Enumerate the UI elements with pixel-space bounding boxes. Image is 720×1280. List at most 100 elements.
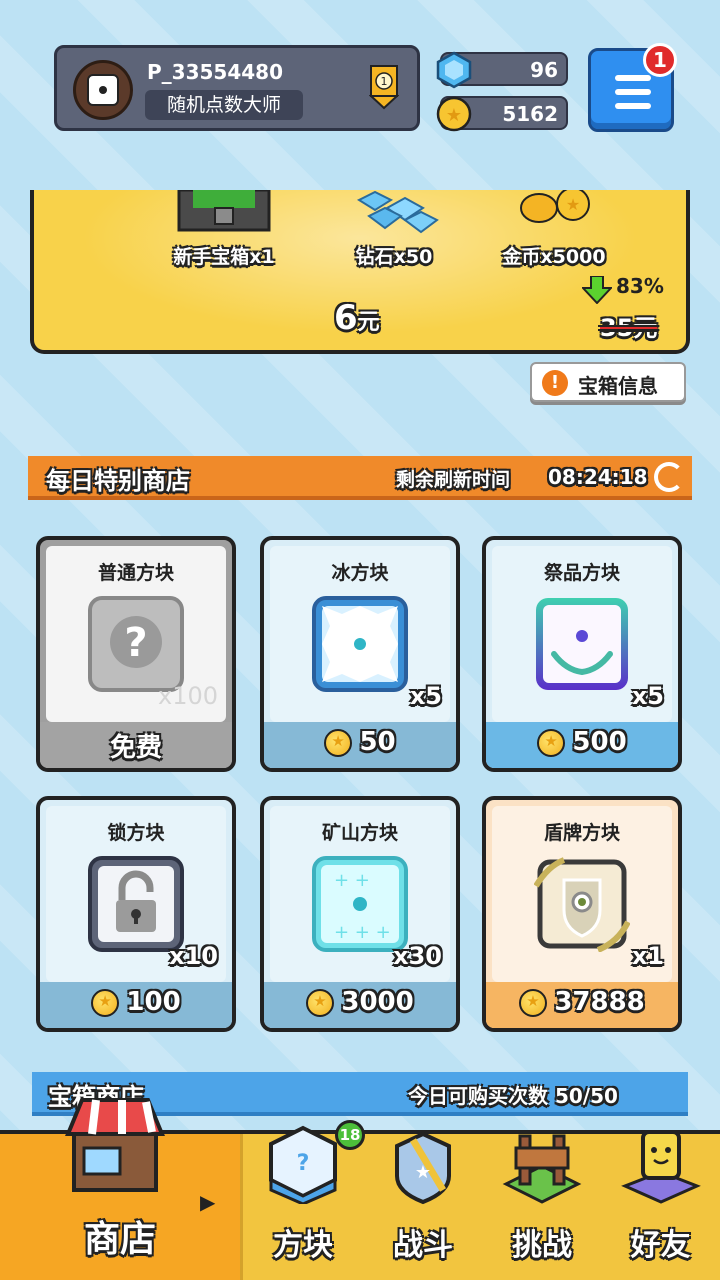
purchase-limit-label: 今日可购买次数 (408, 1084, 548, 1108)
nav-label: 挑战 (512, 1228, 572, 1263)
challenge-icon (502, 1134, 582, 1204)
card-qty: x5 (409, 682, 442, 710)
pack-item-diamonds: 钻石x50 (314, 190, 474, 269)
purchase-limit: 今日可购买次数 50/50 (408, 1080, 618, 1109)
card-price-bar[interactable]: 100 (40, 982, 232, 1028)
svg-text:?: ? (124, 620, 147, 666)
nav-label: 商店 (83, 1219, 156, 1260)
daily-shop-header: 每日特别商店 剩余刷新时间 08:24:18 (28, 456, 692, 500)
nav-shop[interactable]: ▶ 商店 (0, 1098, 240, 1280)
pack-item-label: 金币x5000 (502, 246, 606, 268)
diamond-icon (436, 51, 472, 89)
diamond-count: 96 (530, 58, 558, 82)
card-price-bar[interactable]: 免费 (40, 722, 232, 768)
menu-button[interactable]: 1 (588, 43, 677, 132)
menu-notification-badge: 1 (643, 43, 677, 77)
discount-percent: 83% (616, 274, 664, 298)
card-name: 矿山方块 (321, 822, 398, 844)
hamburger-icon (615, 75, 651, 81)
svg-text:★: ★ (415, 1162, 431, 1183)
pack-price-value: 6 (334, 298, 358, 338)
card-price: 3000 (341, 987, 414, 1017)
card-qty: x30 (393, 942, 442, 970)
ice-dice-icon (312, 596, 408, 692)
coin-count: 5162 (502, 102, 558, 126)
starter-pack-banner[interactable]: 新手宝箱x1 钻石x50 ★ 金币x5000 6元 83% 35元 (30, 190, 690, 354)
chest-info-button[interactable]: ! 宝箱信息 (530, 362, 686, 402)
nav-label: 好友 (630, 1228, 691, 1263)
shop-card-lock-dice[interactable]: 锁方块 x10 100 (36, 796, 236, 1032)
svg-text:★: ★ (446, 105, 462, 126)
card-qty: x1 (631, 942, 664, 970)
card-price: 50 (359, 727, 396, 757)
card-qty: x10 (169, 942, 218, 970)
card-price-bar[interactable]: 50 (264, 722, 456, 768)
dice-icon: ? (269, 1125, 337, 1204)
shop-card-shield-dice[interactable]: 盾牌方块 x1 37888 (482, 796, 682, 1032)
refresh-timer: 08:24:18 (548, 465, 648, 489)
nav-challenge[interactable]: 挑战 (483, 1134, 601, 1280)
diamond-counter[interactable]: 96 (436, 51, 568, 89)
friends-icon (620, 1130, 701, 1204)
pack-price[interactable]: 6元 (334, 298, 380, 338)
daily-shop-title: 每日特别商店 (46, 467, 190, 495)
shield-dice-icon (534, 857, 630, 952)
svg-text:+ + +: + + + (334, 922, 391, 943)
battle-icon: ★ (395, 1131, 451, 1205)
card-price: 37888 (554, 987, 645, 1017)
dice-count-badge: 18 (335, 1120, 365, 1150)
coin-icon (91, 988, 120, 1017)
coin-pile-icon: ★ (520, 190, 590, 223)
lock-dice-icon (88, 856, 184, 952)
card-name: 祭品方块 (543, 562, 620, 584)
player-id: P_33554480 (147, 60, 283, 84)
info-icon: ! (542, 370, 568, 396)
player-profile[interactable]: P_33554480 随机点数大师 1 (54, 45, 420, 131)
nav-dice[interactable]: ? 18 方块 (243, 1120, 365, 1280)
card-price: 免费 (109, 733, 162, 763)
coin-icon: ★ (436, 96, 472, 132)
refresh-icon[interactable] (654, 462, 684, 492)
card-price-bar[interactable]: 3000 (264, 982, 456, 1028)
arrow-down-icon (582, 276, 612, 304)
nav-battle[interactable]: ★ 战斗 (363, 1131, 483, 1280)
card-price-bar[interactable]: 500 (486, 722, 678, 768)
original-price: 35元 (600, 314, 658, 342)
card-price: 100 (126, 987, 181, 1017)
card-name: 盾牌方块 (543, 822, 620, 844)
pack-item-chest: 新手宝箱x1 (144, 190, 304, 269)
question-dice-icon: ? (88, 596, 184, 692)
bottom-nav: ▶ 商店 ? 18 方块 ★ 战斗 挑战 好友 (0, 1098, 720, 1280)
diamond-pile-icon (356, 190, 439, 234)
sacrifice-dice-icon (536, 598, 628, 690)
nav-label: 战斗 (393, 1228, 453, 1263)
shop-card-normal-dice[interactable]: 普通方块 ? x100 免费 (36, 536, 236, 772)
coin-icon (519, 988, 548, 1017)
hamburger-line (615, 103, 651, 109)
hamburger-line (615, 89, 651, 95)
card-price: 500 (572, 727, 627, 757)
card-price-bar[interactable]: 37888 (486, 982, 678, 1028)
svg-text:?: ? (297, 1151, 310, 1176)
purchase-limit-value: 50/50 (554, 1084, 618, 1108)
coin-counter[interactable]: ★ 5162 (436, 96, 568, 132)
dice-avatar-icon (87, 74, 119, 106)
pack-item-coins: ★ 金币x5000 (474, 190, 634, 269)
mine-dice-icon: + + + + + (312, 856, 408, 952)
svg-text:1: 1 (381, 75, 388, 88)
card-name: 锁方块 (107, 822, 165, 844)
svg-text:★: ★ (566, 195, 580, 214)
pack-price-unit: 元 (357, 310, 380, 335)
chest-icon (177, 190, 271, 232)
shop-card-ice-dice[interactable]: 冰方块 x5 50 (260, 536, 460, 772)
shop-card-sacrifice-dice[interactable]: 祭品方块 x5 500 (482, 536, 682, 772)
coin-icon (324, 728, 353, 757)
nav-label: 方块 (273, 1228, 333, 1263)
pack-item-label: 钻石x50 (355, 246, 433, 268)
chest-info-label: 宝箱信息 (578, 374, 658, 398)
coin-icon (537, 728, 566, 757)
shop-card-mine-dice[interactable]: 矿山方块 + + + + + x30 3000 (260, 796, 460, 1032)
shop-icon (65, 1098, 165, 1192)
nav-friends[interactable]: 好友 (601, 1130, 720, 1280)
card-name: 冰方块 (331, 562, 389, 584)
